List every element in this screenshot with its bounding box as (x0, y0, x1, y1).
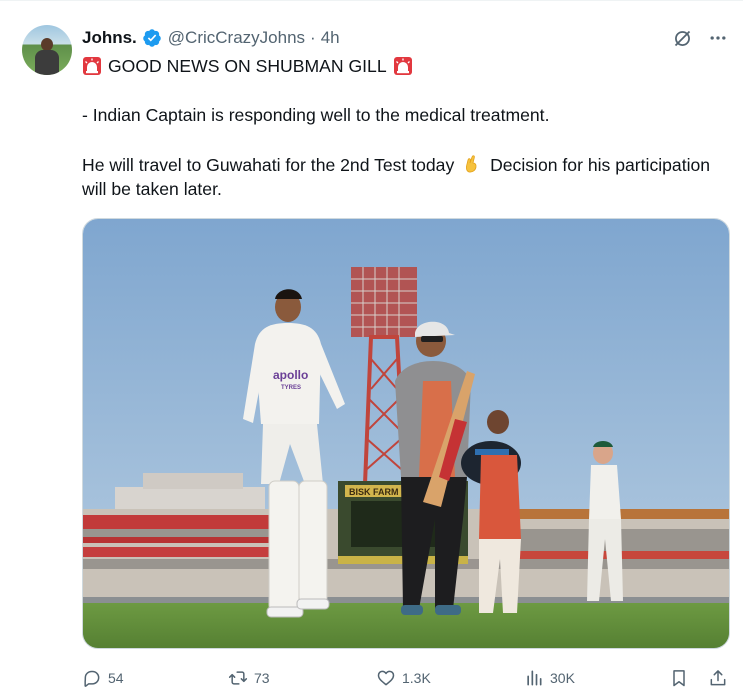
more-icon[interactable] (707, 27, 729, 49)
header-actions (671, 27, 729, 49)
travel-text: He will travel to Guwahati for the 2nd T… (82, 155, 455, 175)
tweet[interactable]: Johns. @CricCrazyJohns · 4h GOOD NEWS ON… (0, 0, 743, 697)
reply-icon (84, 670, 100, 687)
avatar-body (35, 50, 59, 75)
headline-line: GOOD NEWS ON SHUBMAN GILL (82, 53, 722, 79)
headline-text: GOOD NEWS ON SHUBMAN GILL (108, 56, 387, 76)
repost-count: 73 (254, 670, 270, 686)
paragraph-treatment: - Indian Captain is responding well to t… (82, 105, 550, 125)
separator-dot: · (310, 28, 316, 47)
scoreboard-sign: BISK FARM (349, 487, 399, 497)
tweet-header: Johns. @CricCrazyJohns · 4h (82, 27, 340, 49)
reply-button[interactable]: 54 (82, 665, 124, 691)
bookmark-icon (673, 670, 685, 687)
siren-icon (83, 57, 101, 75)
shirt-sponsor: apollo (273, 368, 308, 382)
views-button[interactable]: 30K (524, 665, 575, 691)
grok-icon[interactable] (671, 27, 693, 49)
siren-icon (393, 57, 412, 75)
tweet-text: GOOD NEWS ON SHUBMAN GILL - Indian Capta… (82, 53, 722, 199)
verified-badge-icon[interactable] (142, 28, 162, 48)
shirt-sponsor-sub: TYRES (281, 385, 301, 391)
heart-icon (377, 670, 395, 686)
cricket-photo: BISK FARM apollo TYRES (83, 219, 729, 648)
views-icon (527, 670, 542, 686)
repost-button[interactable]: 73 (228, 665, 270, 691)
crossed-fingers-icon (466, 155, 477, 173)
repost-icon (228, 671, 248, 685)
avatar[interactable] (22, 25, 72, 75)
tweet-photo[interactable]: BISK FARM apollo TYRES (82, 218, 730, 649)
like-count: 1.3K (402, 670, 431, 686)
bookmark-button[interactable] (669, 665, 689, 691)
handle[interactable]: @CricCrazyJohns (168, 28, 305, 48)
like-button[interactable]: 1.3K (376, 665, 431, 691)
share-icon (710, 670, 726, 686)
paragraph-travel: He will travel to Guwahati for the 2nd T… (82, 153, 722, 201)
reply-count: 54 (108, 670, 124, 686)
display-name[interactable]: Johns. (82, 28, 137, 48)
tweet-actions: 54 73 1.3K 30K (82, 665, 730, 691)
timestamp[interactable]: 4h (321, 28, 340, 48)
views-count: 30K (550, 670, 575, 686)
share-button[interactable] (708, 665, 728, 691)
